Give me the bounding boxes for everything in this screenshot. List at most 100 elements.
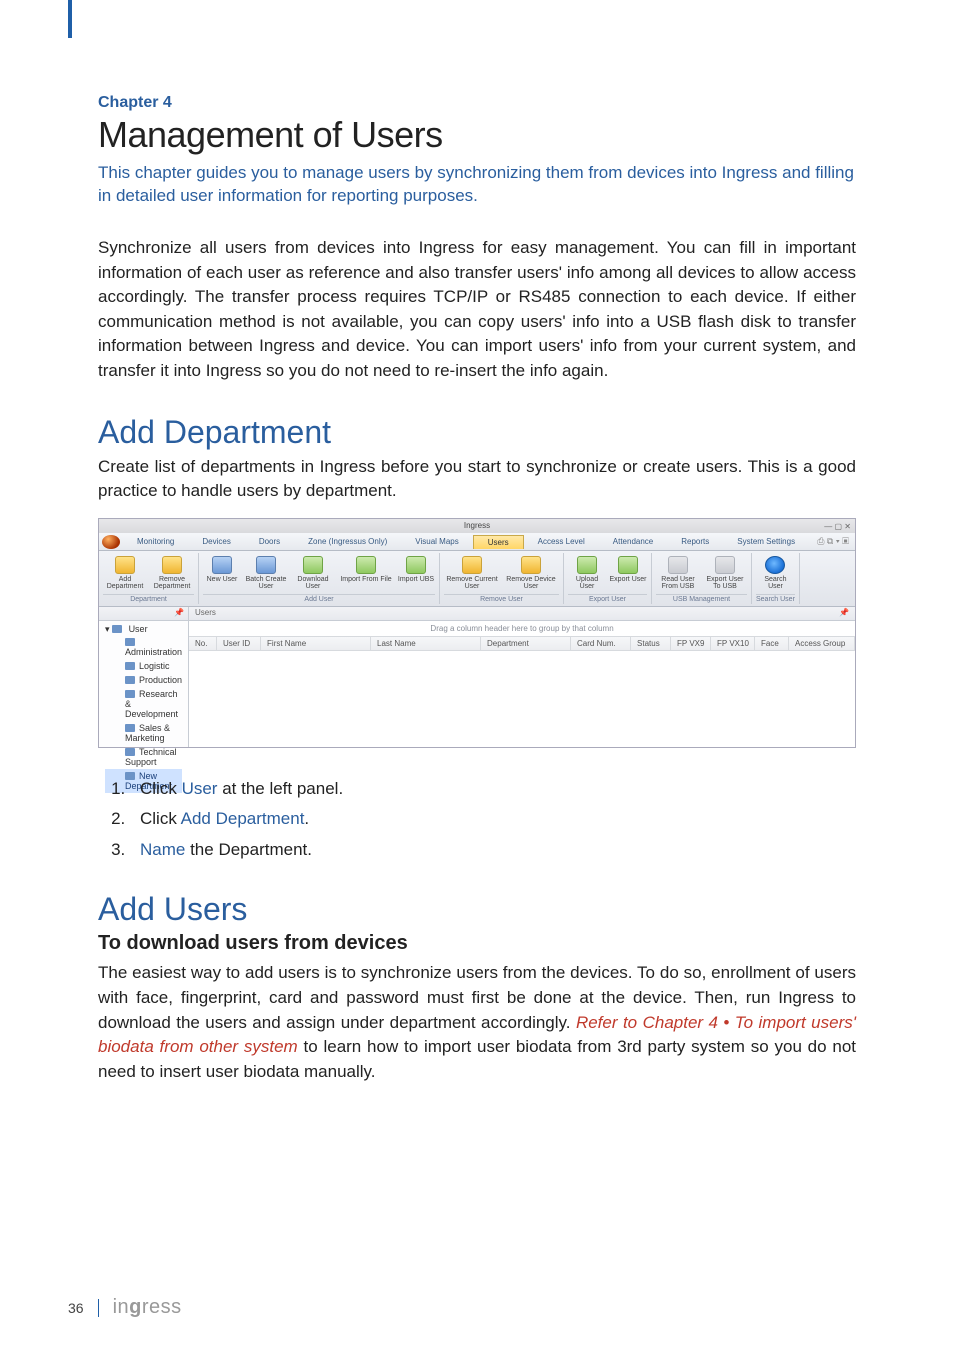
- section-desc: Create list of departments in Ingress be…: [98, 455, 856, 504]
- nav-tab[interactable]: Devices: [188, 535, 244, 548]
- nav-tab[interactable]: System Settings: [723, 535, 809, 548]
- ribbon-group-label: USB Management: [656, 594, 747, 603]
- page-number: 36: [68, 1300, 84, 1316]
- column-header[interactable]: Department: [481, 637, 571, 650]
- ribbon-button-label: Remove Device User: [503, 576, 559, 591]
- remove-current-user-icon: [462, 556, 482, 574]
- ribbon-button-label: Upload User: [568, 576, 606, 591]
- ribbon-button[interactable]: Download User: [291, 554, 335, 591]
- title-right-icons[interactable]: ⎙ ⧉ ▾ ▣: [817, 536, 855, 547]
- department-icon: [125, 676, 135, 684]
- body-paragraph: Synchronize all users from devices into …: [98, 236, 856, 384]
- nav-tab[interactable]: Users: [473, 535, 524, 549]
- ribbon-button-label: Export User: [610, 576, 647, 583]
- column-header[interactable]: Status: [631, 637, 671, 650]
- step-item: Click User at the left panel.: [130, 774, 856, 805]
- column-header[interactable]: FP VX9: [671, 637, 711, 650]
- ribbon-button-label: Search User: [756, 576, 794, 591]
- column-header[interactable]: First Name: [261, 637, 371, 650]
- brand-logo: ingress: [113, 1296, 182, 1319]
- ribbon-button-label: Batch Create User: [244, 576, 288, 591]
- grid-empty: [189, 651, 855, 747]
- ribbon-button-label: Import From File: [340, 576, 391, 583]
- ribbon-button[interactable]: Remove Department: [150, 554, 194, 591]
- column-header[interactable]: Last Name: [371, 637, 481, 650]
- tree-item[interactable]: Technical Support: [105, 745, 182, 769]
- tree-item[interactable]: Research & Development: [105, 687, 182, 721]
- remove-device-user-icon: [521, 556, 541, 574]
- steps-list: Click User at the left panel.Click Add D…: [98, 774, 856, 866]
- inline-link: Add Department: [181, 809, 305, 828]
- tree-item[interactable]: Logistic: [105, 659, 182, 673]
- ribbon-button-label: Import UBS: [398, 576, 434, 583]
- ribbon-group-label: Search User: [756, 594, 795, 603]
- nav-tab[interactable]: Reports: [667, 535, 723, 548]
- tree-expand-icon[interactable]: ▾: [105, 624, 110, 634]
- ingress-screenshot: Ingress — ▢ ✕ MonitoringDevicesDoorsZone…: [98, 518, 856, 748]
- nav-tab[interactable]: Zone (Ingressus Only): [294, 535, 401, 548]
- user-folder-icon: [112, 625, 122, 633]
- window-buttons[interactable]: — ▢ ✕: [824, 520, 851, 534]
- chapter-label: Chapter 4: [98, 94, 856, 112]
- ribbon-button[interactable]: Read User From USB: [656, 554, 700, 591]
- export-user-to-usb-icon: [715, 556, 735, 574]
- import-from-file-icon: [356, 556, 376, 574]
- nav-tab[interactable]: Attendance: [599, 535, 667, 548]
- subsection-download-users: To download users from devices: [98, 932, 856, 955]
- main-panel-title: Users: [195, 608, 216, 619]
- department-icon: [125, 638, 135, 646]
- ribbon-group-label: Department: [103, 594, 194, 603]
- ribbon-button[interactable]: Add Department: [103, 554, 147, 591]
- tree-item[interactable]: Administration: [105, 635, 182, 659]
- tree-root-label[interactable]: User: [129, 624, 148, 634]
- section-add-users: Add Users: [98, 891, 856, 928]
- app-logo-icon: [102, 535, 120, 549]
- nav-tab[interactable]: Doors: [245, 535, 294, 548]
- group-hint: Drag a column header here to group by th…: [189, 621, 855, 636]
- ribbon-button[interactable]: Batch Create User: [244, 554, 288, 591]
- department-icon: [125, 662, 135, 670]
- search-user-icon: [765, 556, 785, 574]
- ribbon-button-label: Export User To USB: [703, 576, 747, 591]
- inline-link: User: [182, 779, 218, 798]
- ribbon-group-label: Export User: [568, 594, 647, 603]
- tree-item[interactable]: Production: [105, 673, 182, 687]
- batch-create-user-icon: [256, 556, 276, 574]
- ribbon-button[interactable]: Import UBS: [397, 554, 435, 591]
- department-icon: [125, 748, 135, 756]
- column-header[interactable]: Card Num.: [571, 637, 631, 650]
- ribbon-button[interactable]: Export User: [609, 554, 647, 591]
- ribbon-button-label: New User: [207, 576, 238, 583]
- column-header[interactable]: Access Group: [789, 637, 855, 650]
- ribbon-button[interactable]: Search User: [756, 554, 794, 591]
- column-header[interactable]: Face: [755, 637, 789, 650]
- export-user-icon: [618, 556, 638, 574]
- ribbon-button[interactable]: Export User To USB: [703, 554, 747, 591]
- read-user-from-usb-icon: [668, 556, 688, 574]
- ribbon-button-label: Add Department: [103, 576, 147, 591]
- step-item: Click Add Department.: [130, 804, 856, 835]
- tree-item[interactable]: Sales & Marketing: [105, 721, 182, 745]
- section-add-department: Add Department: [98, 414, 856, 451]
- nav-tab[interactable]: Access Level: [524, 535, 599, 548]
- department-icon: [125, 724, 135, 732]
- panel-pin-icon[interactable]: 📌: [839, 608, 849, 619]
- column-header[interactable]: No.: [189, 637, 217, 650]
- ribbon-button[interactable]: Remove Current User: [444, 554, 500, 591]
- ribbon-button[interactable]: Remove Device User: [503, 554, 559, 591]
- ribbon-button-label: Download User: [291, 576, 335, 591]
- ribbon-button-label: Remove Current User: [444, 576, 500, 591]
- add-department-icon: [115, 556, 135, 574]
- column-header[interactable]: FP VX10: [711, 637, 755, 650]
- ribbon-button[interactable]: New User: [203, 554, 241, 591]
- chapter-intro: This chapter guides you to manage users …: [98, 162, 856, 208]
- download-user-icon: [303, 556, 323, 574]
- window-title: Ingress: [464, 521, 490, 530]
- ribbon-button[interactable]: Upload User: [568, 554, 606, 591]
- nav-tab[interactable]: Monitoring: [123, 535, 188, 548]
- ribbon-button[interactable]: Import From File: [338, 554, 394, 591]
- column-header[interactable]: User ID: [217, 637, 261, 650]
- nav-tab[interactable]: Visual Maps: [401, 535, 472, 548]
- pin-icon[interactable]: 📌: [174, 608, 184, 617]
- ribbon-button-label: Read User From USB: [656, 576, 700, 591]
